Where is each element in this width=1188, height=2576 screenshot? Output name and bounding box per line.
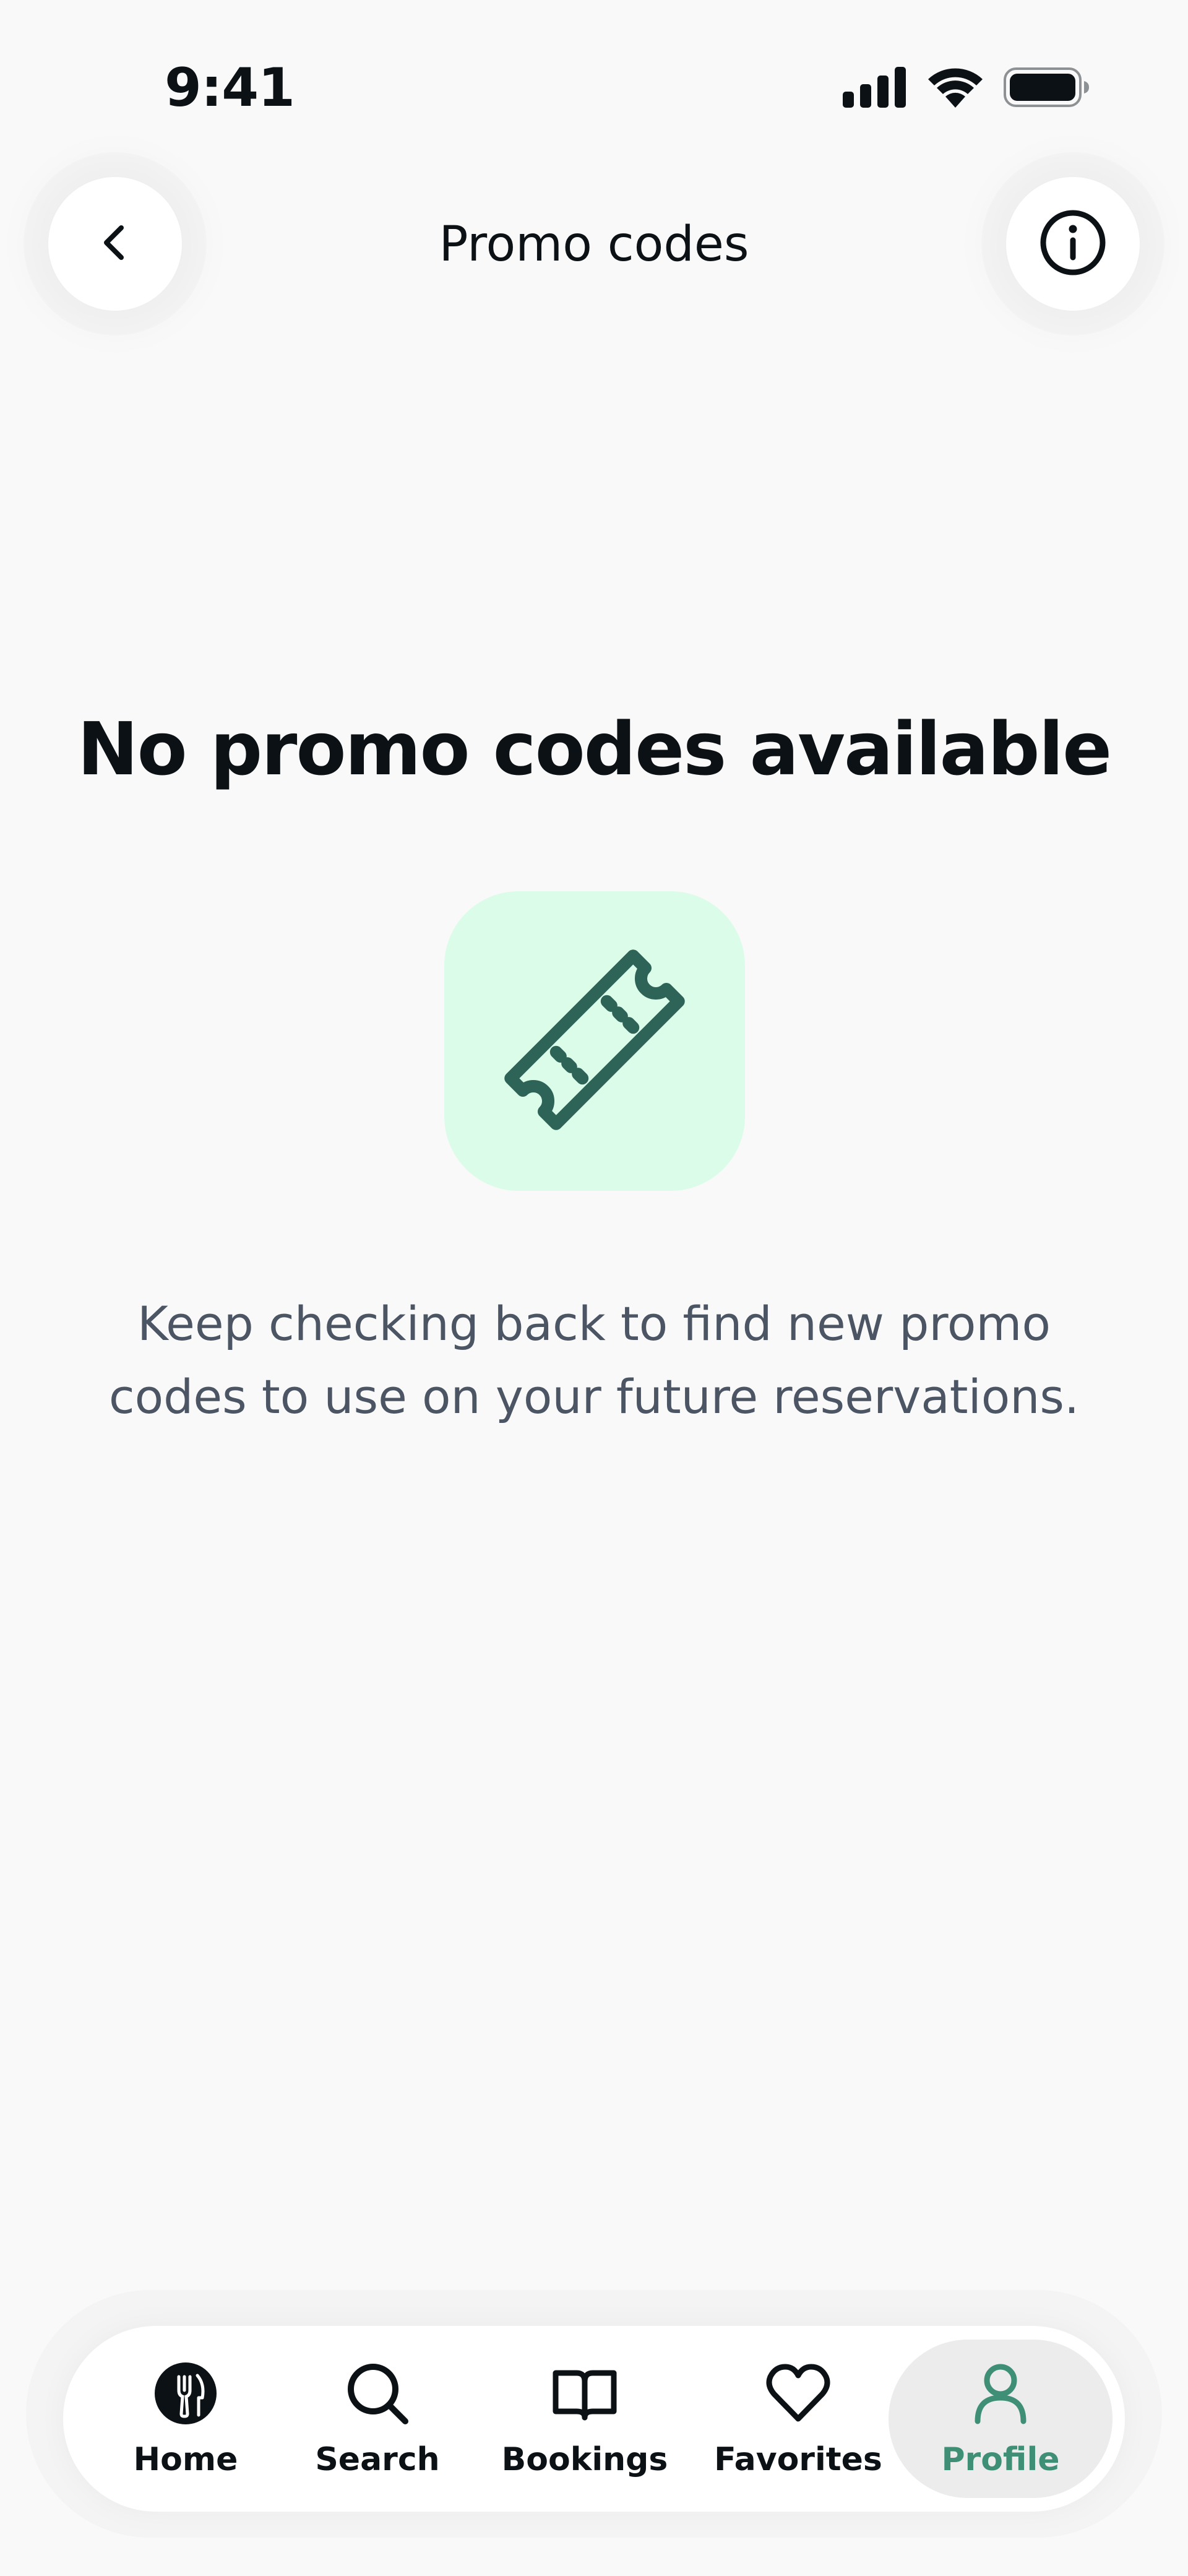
status-bar: 9:41 <box>0 0 1188 142</box>
wifi-icon <box>927 67 984 110</box>
search-icon <box>343 2359 411 2430</box>
battery-icon <box>1004 67 1090 110</box>
empty-state-title: No promo codes available <box>77 706 1112 792</box>
tab-bookings[interactable]: Bookings <box>501 2340 668 2498</box>
home-fork-icon <box>152 2359 220 2430</box>
book-icon <box>551 2359 619 2430</box>
tab-bookings-label: Bookings <box>501 2441 668 2478</box>
info-button[interactable] <box>1006 177 1140 311</box>
empty-state-description: Keep checking back to find new promo cod… <box>108 1296 1080 1424</box>
tab-search-label: Search <box>315 2441 440 2478</box>
ticket-icon <box>489 935 700 1148</box>
user-icon <box>966 2359 1035 2430</box>
cellular-signal-icon <box>843 67 907 110</box>
tab-profile[interactable]: Profile <box>889 2340 1113 2498</box>
tab-home-label: Home <box>133 2441 238 2478</box>
tab-favorites[interactable]: Favorites <box>712 2340 885 2498</box>
tab-home[interactable]: Home <box>124 2340 248 2498</box>
info-icon <box>1038 208 1108 280</box>
tab-favorites-label: Favorites <box>714 2441 882 2478</box>
tab-profile-label: Profile <box>941 2441 1060 2478</box>
tab-search[interactable]: Search <box>315 2340 440 2498</box>
ticket-illustration <box>444 891 745 1191</box>
status-time: 9:41 <box>165 57 295 119</box>
heart-icon <box>764 2359 832 2430</box>
status-icons <box>843 67 1090 110</box>
